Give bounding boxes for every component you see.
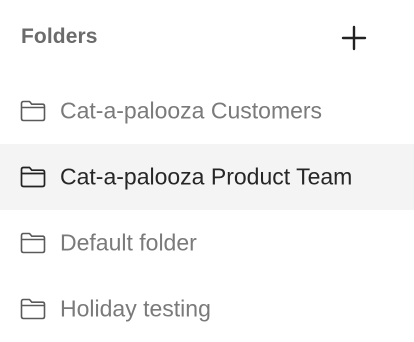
folder-label: Cat-a-palooza Product Team bbox=[60, 163, 353, 190]
folder-item-default-folder[interactable]: Default folder bbox=[0, 210, 414, 276]
folders-panel: Folders Cat-a-palooza Customers Cat-a-pa… bbox=[0, 0, 414, 342]
folders-title: Folders bbox=[21, 25, 98, 48]
folder-item-cat-a-palooza-customers[interactable]: Cat-a-palooza Customers bbox=[0, 78, 414, 144]
folder-label: Cat-a-palooza Customers bbox=[60, 97, 323, 124]
folder-icon bbox=[20, 100, 46, 122]
plus-icon bbox=[341, 25, 367, 51]
folder-item-holiday-testing[interactable]: Holiday testing bbox=[0, 276, 414, 342]
folder-item-cat-a-palooza-product-team[interactable]: Cat-a-palooza Product Team bbox=[0, 144, 414, 210]
add-folder-button[interactable] bbox=[341, 25, 367, 51]
folder-label: Holiday testing bbox=[60, 295, 211, 322]
folder-label: Default folder bbox=[60, 229, 197, 256]
folder-icon bbox=[20, 232, 46, 254]
folder-icon bbox=[20, 166, 46, 188]
folder-icon bbox=[20, 298, 46, 320]
folder-list: Cat-a-palooza Customers Cat-a-palooza Pr… bbox=[0, 78, 414, 342]
folders-header: Folders bbox=[0, 0, 414, 78]
